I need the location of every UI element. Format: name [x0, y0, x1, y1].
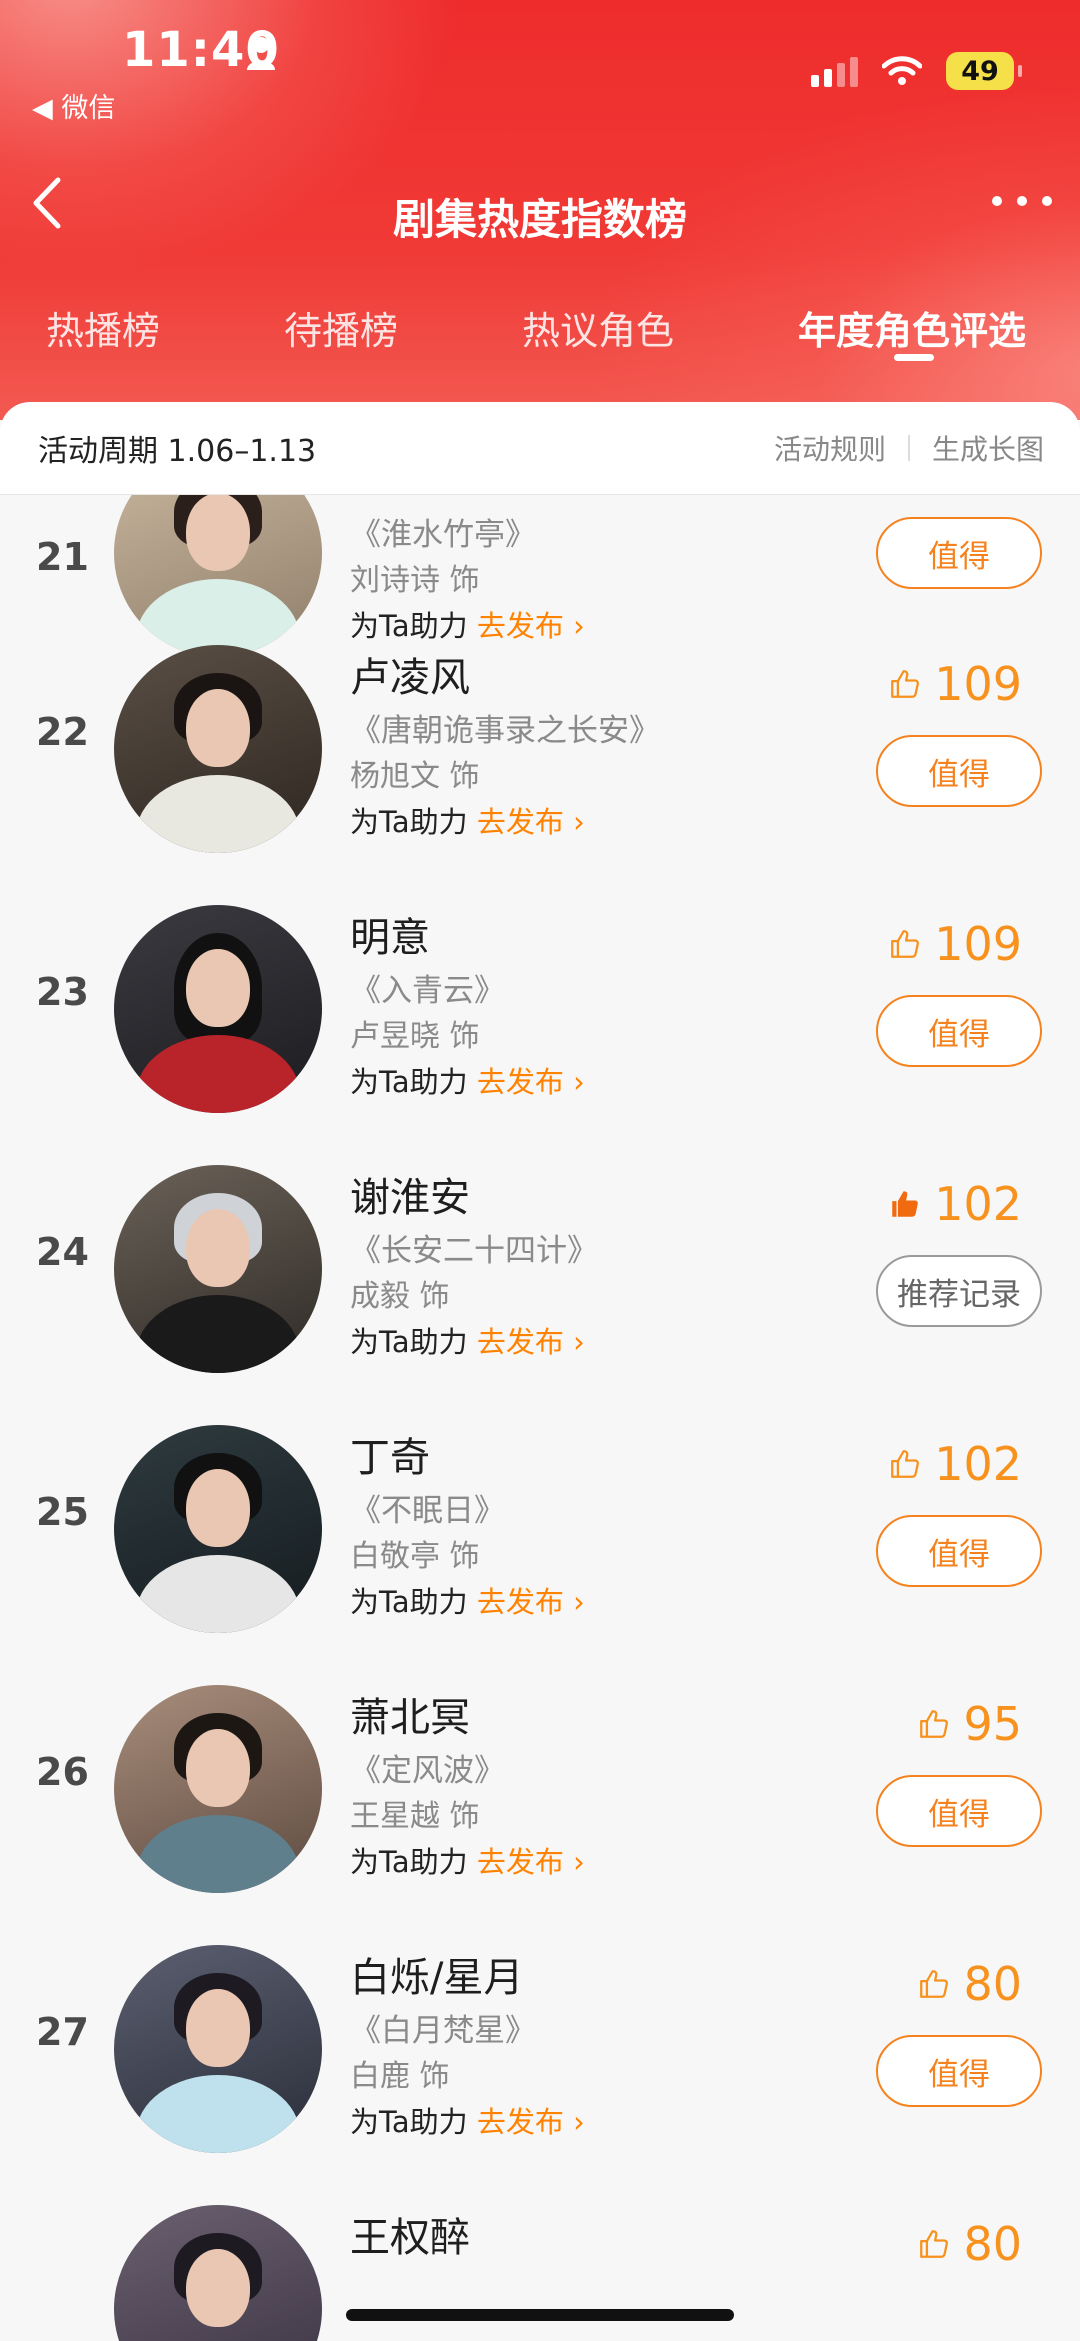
home-indicator[interactable]	[346, 2309, 734, 2321]
role-name: 王权醉	[350, 2215, 470, 2261]
list-item[interactable]: 23 明意 《入青云》 卢昱晓 饰 为Ta助力 去发布 › 109 值得	[0, 735, 1080, 1113]
thumbs-up-icon	[920, 1970, 949, 1998]
role-name: 卢凌风	[350, 655, 470, 701]
battery-icon: 49	[946, 52, 1022, 90]
back-triangle-icon: ◀	[32, 93, 62, 124]
tab-hot-roles[interactable]: 热议角色	[522, 300, 674, 355]
header: 11:40 ◀ 微信 49 剧集热度指数榜 热播榜 待播榜 热议角色 年度角色评…	[0, 0, 1080, 420]
like-number: 80	[963, 1957, 1022, 2011]
tab-bar: 热播榜 待播榜 热议角色 年度角色评选	[0, 300, 1080, 361]
tab-hot-playing[interactable]: 热播榜	[46, 300, 160, 355]
like-count[interactable]: 102	[888, 1437, 1022, 1491]
role-name: 谢淮安	[350, 1175, 470, 1221]
like-number: 102	[934, 1437, 1022, 1491]
wifi-icon	[882, 56, 922, 85]
activity-rules-link[interactable]: 活动规则	[774, 428, 886, 468]
like-count[interactable]: 95	[917, 1697, 1022, 1751]
like-number: 102	[934, 1177, 1022, 1231]
status-icons: 49	[811, 52, 1022, 90]
like-number: 109	[934, 917, 1022, 971]
role-name: 白烁/星月	[350, 1955, 524, 2001]
list-item[interactable]: 王权醉 80	[0, 2035, 1080, 2341]
role-name: 萧北冥	[350, 1695, 470, 1741]
like-count[interactable]: 80	[917, 1957, 1022, 2011]
more-options-icon[interactable]	[992, 196, 1052, 210]
page-title: 剧集热度指数榜	[392, 195, 687, 244]
thumbs-up-icon	[920, 1710, 949, 1738]
list-item[interactable]: 22 卢凌风 《唐朝诡事录之长安》 杨旭文 饰 为Ta助力 去发布 › 109 …	[0, 495, 1080, 853]
person-icon	[247, 37, 275, 70]
like-count[interactable]: 102	[888, 1177, 1022, 1231]
back-app-label: 微信	[61, 93, 116, 124]
thumbs-up-filled-icon	[892, 1191, 919, 1217]
thumbs-up-icon	[891, 1450, 920, 1478]
like-number: 109	[934, 657, 1022, 711]
thumbs-up-icon	[891, 670, 920, 698]
like-count[interactable]: 80	[917, 2217, 1022, 2271]
list-item[interactable]: 25 丁奇 《不眠日》 白敬亭 饰 为Ta助力 去发布 › 102 值得	[0, 1255, 1080, 1633]
active-tab-indicator	[894, 354, 934, 361]
activity-period-bar: 活动周期 1.06–1.13 活动规则 生成长图	[0, 402, 1080, 495]
like-count[interactable]: 109	[888, 917, 1022, 971]
role-name: 丁奇	[350, 1435, 430, 1481]
like-number: 95	[963, 1697, 1022, 1751]
list-item[interactable]: 24 谢淮安 《长安二十四计》 成毅 饰 为Ta助力 去发布 › 102 推荐记…	[0, 995, 1080, 1373]
tab-upcoming[interactable]: 待播榜	[284, 300, 398, 355]
list-item[interactable]: 26 萧北冥 《定风波》 王星越 饰 为Ta助力 去发布 › 95 值得	[0, 1515, 1080, 1893]
tab-annual-role-vote[interactable]: 年度角色评选	[798, 300, 1026, 355]
thumbs-up-icon	[920, 2230, 949, 2258]
period-actions: 活动规则 生成长图	[774, 402, 1044, 494]
role-name: 明意	[350, 915, 430, 961]
activity-period: 活动周期 1.06–1.13	[38, 434, 317, 469]
generate-long-image-link[interactable]: 生成长图	[932, 428, 1044, 468]
like-count[interactable]: 109	[888, 657, 1022, 711]
ranking-list: 21 《淮水竹亭》 刘诗诗 饰 为Ta助力 去发布 › 值得 22 卢凌风 《唐…	[0, 495, 1080, 2341]
back-to-app-link[interactable]: ◀ 微信	[32, 86, 115, 125]
avatar	[114, 2205, 322, 2341]
signal-icon	[811, 55, 858, 87]
list-item[interactable]: 27 白烁/星月 《白月梵星》 白鹿 饰 为Ta助力 去发布 › 80 值得	[0, 1775, 1080, 2153]
thumbs-up-icon	[891, 930, 920, 958]
divider	[907, 435, 910, 461]
like-number: 80	[963, 2217, 1022, 2271]
